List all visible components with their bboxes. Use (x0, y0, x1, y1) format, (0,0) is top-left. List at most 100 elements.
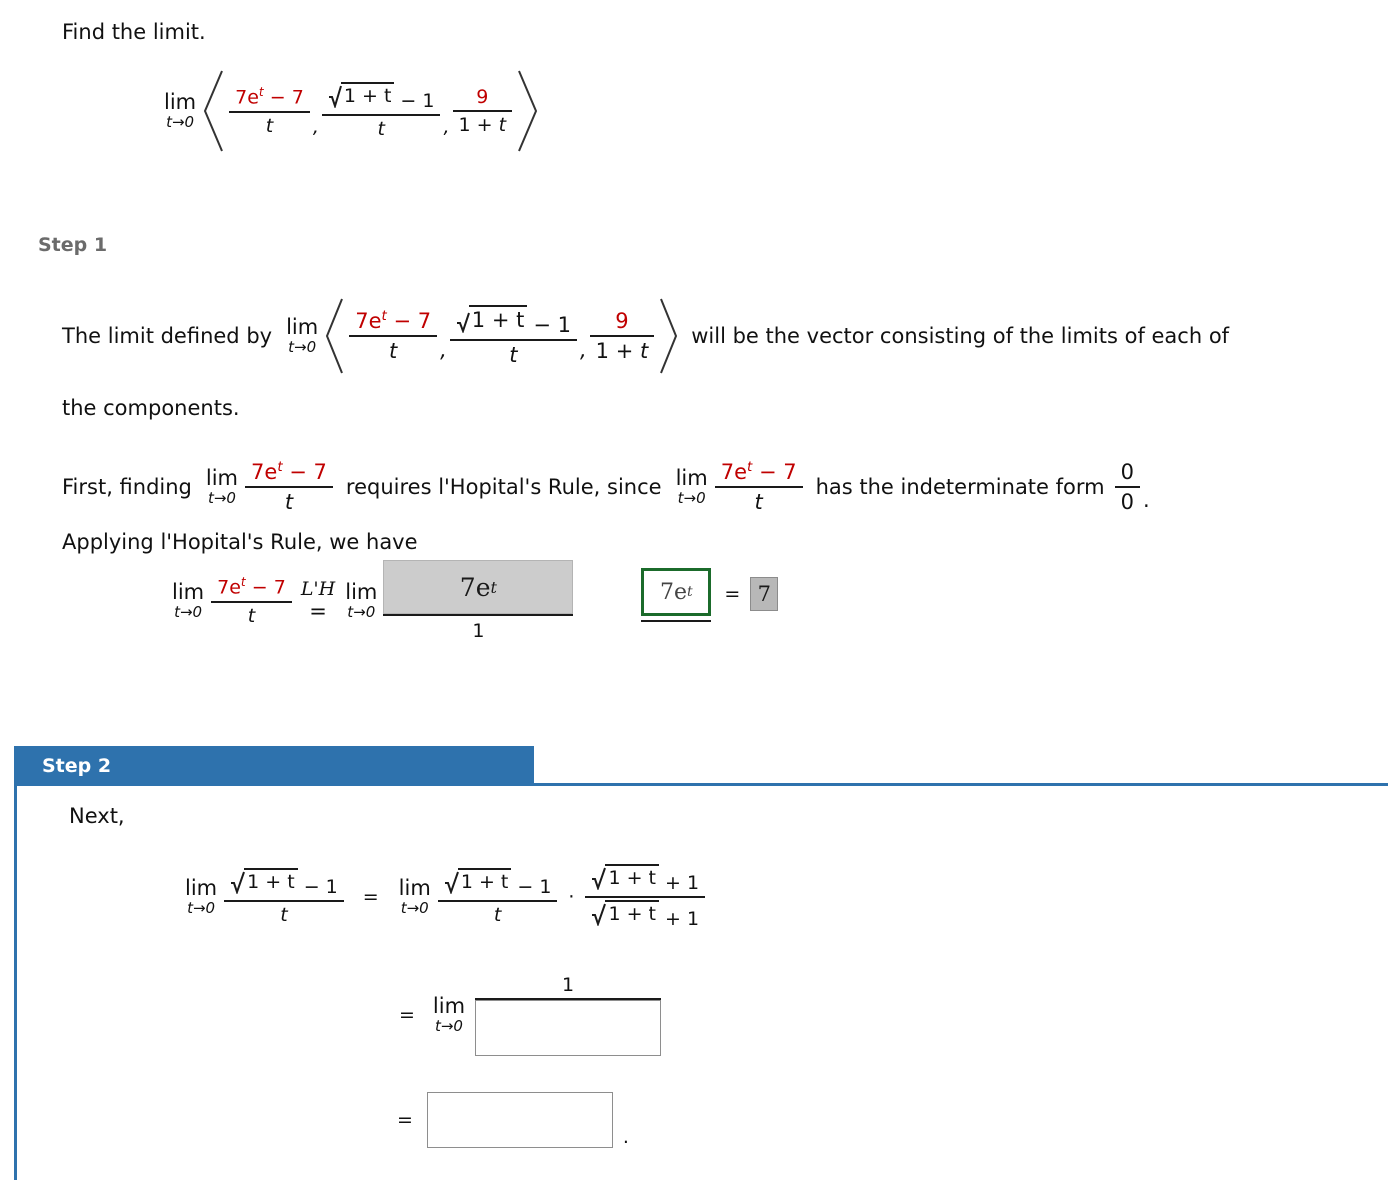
answer-value-lead: 7e (459, 572, 491, 602)
prompt-text: Find the limit. (62, 20, 206, 44)
lim-label: lim (675, 466, 708, 490)
component-1: 7et − 7 t (229, 85, 310, 137)
step-2-header-row: Step 2 (14, 746, 1388, 786)
final-answer-input[interactable] (426, 1092, 613, 1148)
indeterminate-form: 0 0 (1114, 460, 1140, 514)
conjugate-numerator: 1 + t + 1 (585, 864, 705, 896)
equals-sign: = (362, 886, 379, 908)
numerator: 7et − 7 (211, 575, 292, 600)
lim-subscript: t→0 (207, 489, 236, 507)
numerator-exponent: t (381, 309, 387, 324)
after-radical: − 1 (517, 876, 552, 898)
quotient-7et-minus-7-over-t: 7et − 7 t (211, 575, 292, 627)
denominator: t (284, 490, 294, 514)
limit-operator: lim t→0 (206, 468, 238, 506)
lim-subscript: t→0 (174, 603, 203, 621)
radicand: 1 + t (244, 868, 298, 893)
period: . (1142, 488, 1150, 512)
denominator: t (247, 604, 256, 627)
lhopital-equals: L'H = (300, 578, 336, 623)
denominator: t (754, 490, 763, 514)
final-value-box[interactable]: 7 (750, 577, 779, 611)
component-2: 1 + t − 1 t (449, 305, 577, 367)
green-value-lead: 7e (660, 579, 688, 605)
rhs-denominator: t (493, 904, 502, 926)
equals-sign: = (399, 1004, 415, 1026)
component-2-denominator: t (509, 343, 518, 367)
result-fraction: 1 (475, 974, 662, 1056)
step-1-first-finding: First, finding lim t→0 7et − 7 t require… (62, 460, 1382, 514)
inline-limit-1: lim t→0 7et − 7 t (202, 460, 336, 514)
final-equals-sign: = (724, 583, 741, 605)
square-root-icon: 1 + t (230, 868, 298, 894)
radicand: 1 + t (457, 868, 512, 893)
lim-label: lim (432, 994, 466, 1018)
answer-box-numerator[interactable]: 7e t (383, 560, 574, 614)
lhs-numerator: 1 + t − 1 (224, 868, 344, 900)
sentence-lead: The limit defined by (62, 324, 273, 348)
limit-operator: lim t→0 (172, 582, 204, 620)
lim-subscript: t→0 (166, 113, 195, 131)
after-radical: + 1 (665, 908, 700, 930)
lhopital-tag: L'H (300, 578, 336, 600)
component-3-denominator: 1 + t (458, 114, 507, 136)
step-1-label: Step 1 (38, 234, 108, 256)
step-1-sentence-line2: the components. (62, 396, 240, 420)
step-1-sentence: The limit defined by lim t→0 7et − 7 t , (62, 296, 1382, 376)
step-2-equation-2: = lim t→0 1 (399, 974, 1388, 1056)
lim-label: lim (286, 315, 319, 339)
period: . (622, 1126, 629, 1148)
separator-comma-2: , (443, 116, 450, 138)
final-value: 7 (757, 582, 771, 606)
separator-comma-1: , (312, 116, 319, 138)
equals-sign: = (397, 1109, 413, 1131)
lim-label: lim (398, 876, 431, 900)
lim-label: lim (205, 466, 239, 490)
radicand: 1 + t (605, 900, 660, 925)
lim-label: lim (172, 580, 205, 604)
square-root-icon: 1 + t (591, 900, 660, 926)
correct-answer-box[interactable]: 7e t (641, 568, 712, 616)
numerator-lead: 7e (251, 460, 278, 484)
page-title: Find the limit. (62, 20, 206, 44)
first-finding-lead: First, finding (62, 475, 192, 499)
quotient-7et-minus-7-over-t: 7et − 7 t (245, 460, 333, 514)
component-2-numerator: 1 + t − 1 (450, 305, 577, 339)
lim-subscript: t→0 (347, 603, 376, 621)
conjugate-denominator: 1 + t + 1 (585, 898, 705, 930)
equals-sign: = (309, 598, 327, 623)
main-limit-expression: lim t→0 7et − 7 t , 1 + t − 1 t , 9 1 + … (160, 68, 541, 154)
green-box-wrapper: 7e t (641, 568, 712, 620)
limit-operator: lim t→0 (676, 468, 708, 506)
green-value-exponent: t (687, 584, 693, 600)
limit-operator: lim t→0 (286, 317, 318, 355)
numerator-lead: 7e (720, 460, 747, 484)
denominator-input[interactable] (475, 1000, 662, 1056)
component-1-denominator: t (265, 114, 274, 137)
step-1-body: The limit defined by lim t→0 7et − 7 t , (62, 296, 1382, 554)
numerator-exponent: t (746, 460, 753, 475)
component-2: 1 + t − 1 t (321, 82, 441, 140)
rhs-fraction: 1 + t − 1 t (437, 868, 558, 926)
lim-label: lim (185, 876, 218, 900)
step-1-work-row: lim t→0 7et − 7 t L'H = lim t→0 7e t 1 7… (168, 560, 779, 642)
component-3-denominator: 1 + t (595, 339, 649, 363)
sentence-tail: will be the vector consisting of the lim… (691, 324, 1230, 348)
step-1-applying-text: Applying l'Hopital's Rule, we have (62, 530, 418, 554)
radicand: 1 + t (468, 305, 528, 332)
numerator-lead: 7e (235, 86, 259, 109)
denominator-empty (670, 622, 682, 634)
limit-operator: lim t→0 (345, 582, 377, 620)
step-2-label: Step 2 (42, 755, 112, 777)
step-2-tab[interactable]: Step 2 (14, 746, 534, 786)
separator-comma-1: , (440, 338, 447, 362)
answer-value-exponent: t (490, 577, 497, 597)
lim-subscript: t→0 (434, 1017, 463, 1035)
denominator: 1 (472, 620, 485, 642)
component-3-numerator: 9 (476, 86, 489, 108)
rhs-numerator: 1 + t − 1 (438, 868, 558, 900)
step-2-panel: Step 2 Next, lim t→0 1 + t − 1 t = lim t… (14, 746, 1388, 1180)
lim-label: lim (345, 580, 378, 604)
numerator-lead: 7e (355, 309, 382, 333)
square-root-icon: 1 + t (456, 305, 528, 333)
